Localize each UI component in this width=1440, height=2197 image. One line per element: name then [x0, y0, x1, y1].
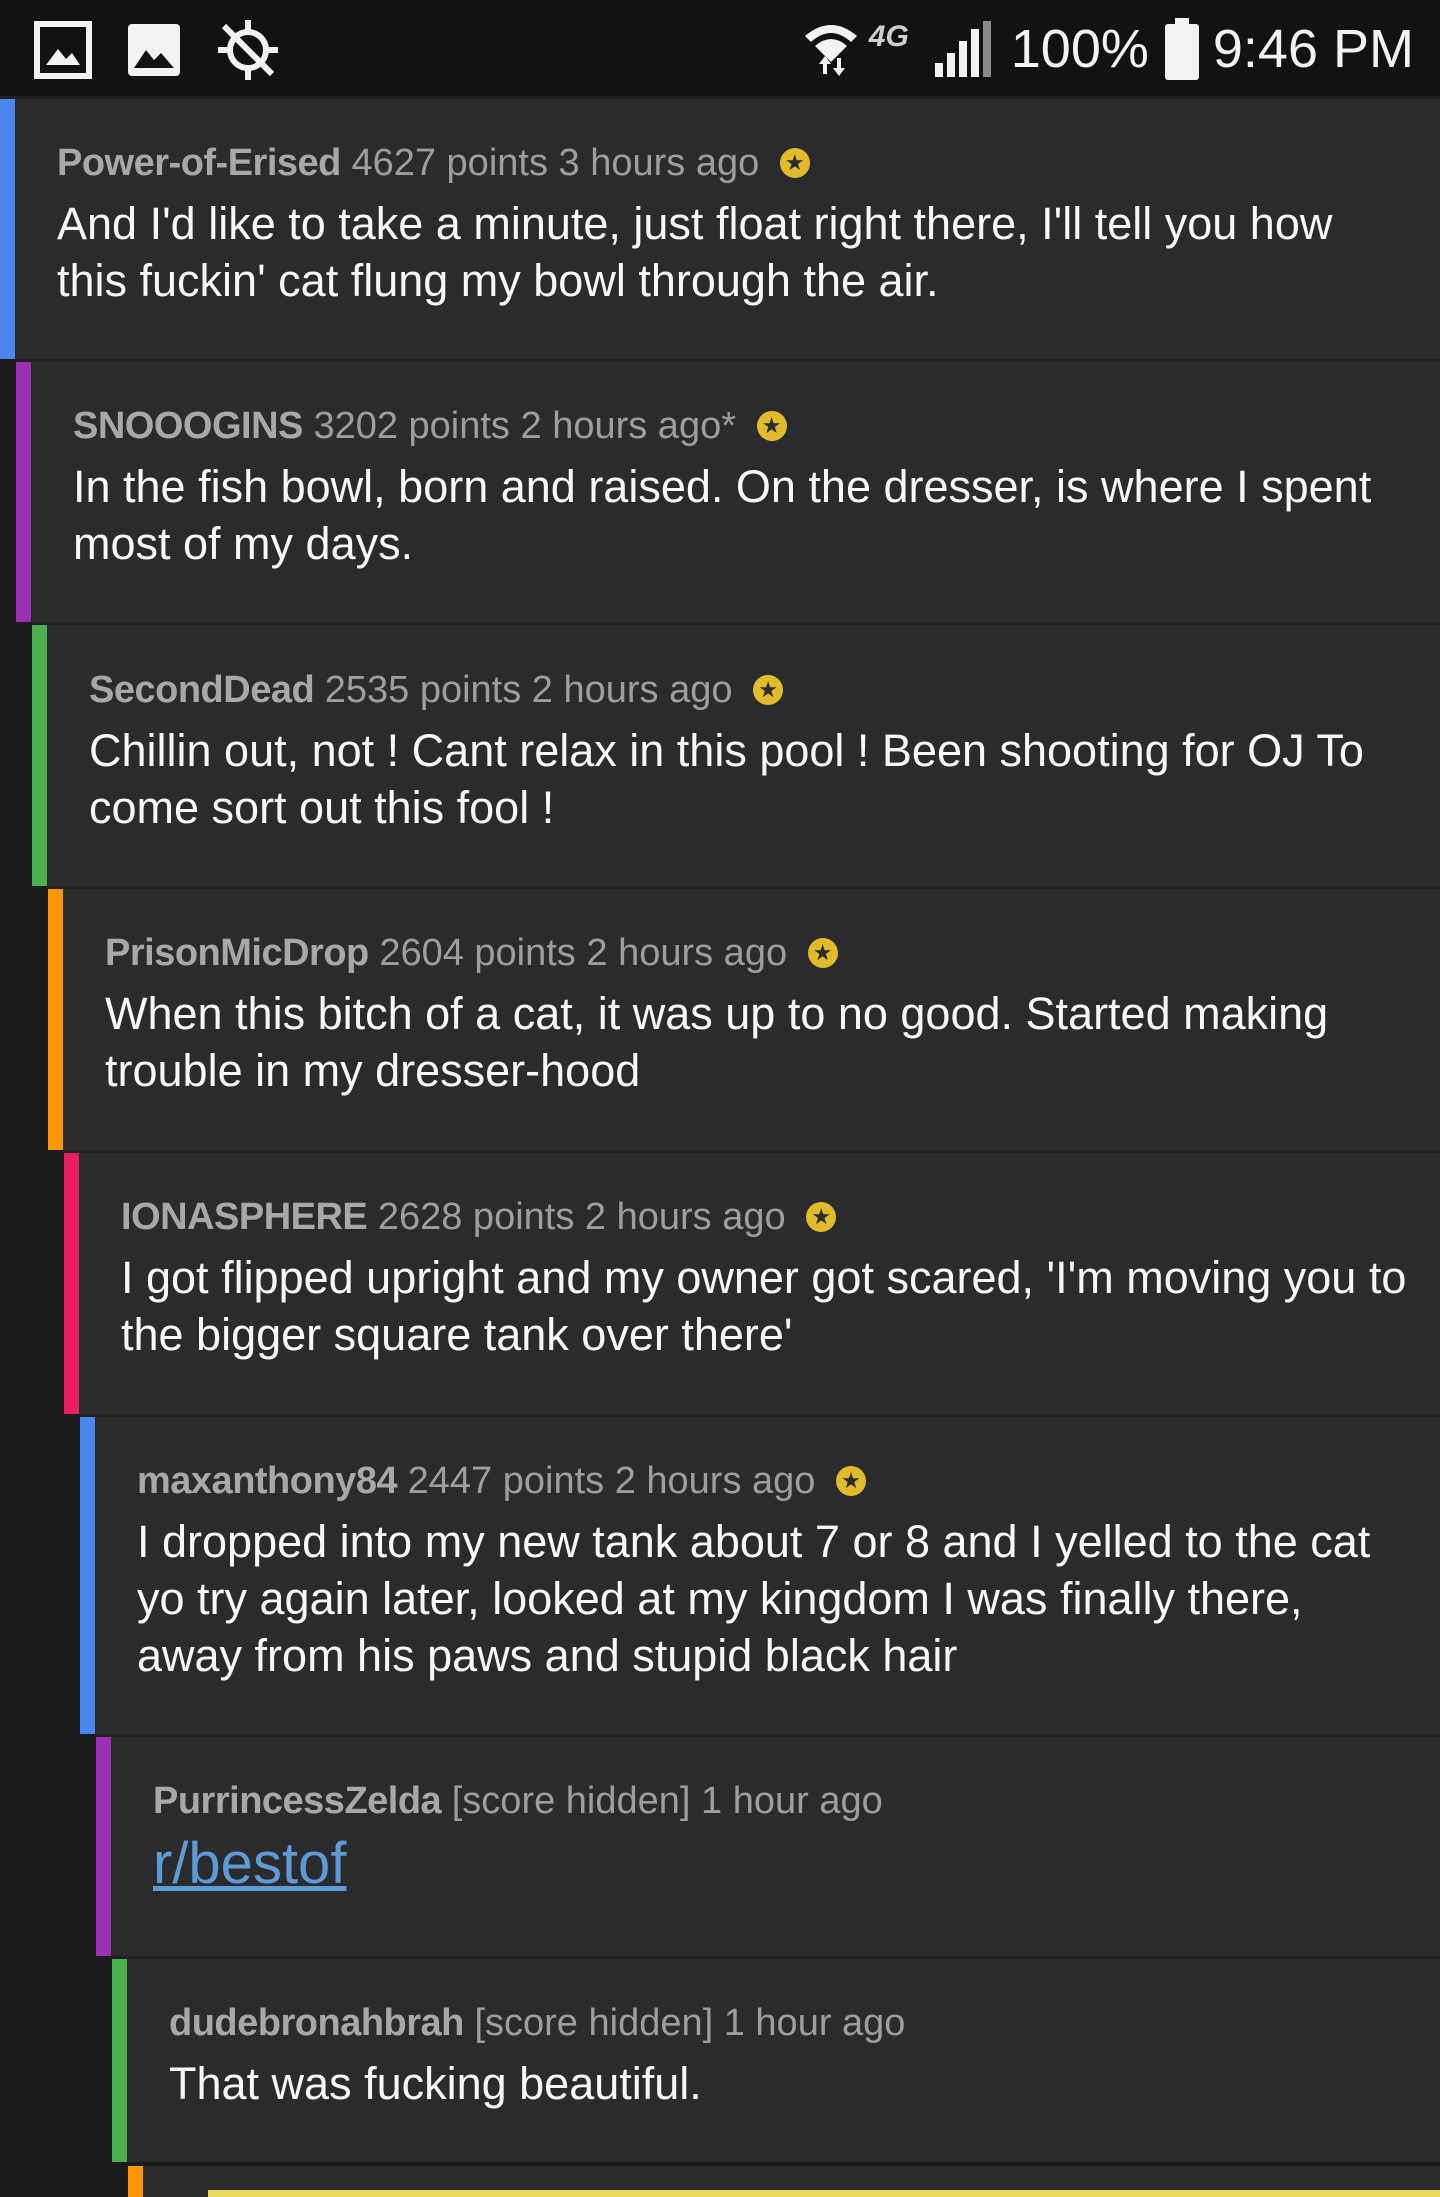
comment-body: In the fish bowl, born and raised. On th… — [73, 461, 1372, 569]
wifi-icon — [804, 25, 857, 76]
comment-body: And I'd like to take a minute, just floa… — [57, 198, 1333, 306]
thread-depth-bar — [96, 1737, 111, 1956]
battery-percent: 100% — [1010, 19, 1149, 79]
comment-score: 2447 points — [407, 1460, 605, 1502]
comment-score: 2604 points — [379, 932, 576, 974]
comment[interactable]: PurrincessZelda [score hidden] 1 hour ag… — [96, 1734, 1440, 1956]
comment-meta: PurrincessZelda [score hidden] 1 hour ag… — [153, 1779, 1410, 1823]
comment-score: 3202 points — [313, 405, 510, 447]
cell-signal-icon — [934, 21, 991, 77]
comment[interactable]: IONASPHERE 2628 points 2 hours ago ★ I g… — [64, 1150, 1440, 1414]
comment-body: I dropped into my new tank about 7 or 8 … — [137, 1516, 1371, 1681]
thread-depth-bar — [16, 362, 31, 622]
comment-author[interactable]: IONASPHERE — [121, 1196, 368, 1238]
comment-author[interactable]: SecondDead — [89, 669, 315, 711]
battery-icon — [1164, 18, 1199, 80]
comment-score: [score hidden] — [451, 1780, 691, 1822]
comment-meta: SNOOOGINS 3202 points 2 hours ago* ★ — [73, 404, 1410, 448]
comment[interactable]: SecondDead 2535 points 2 hours ago ★ Chi… — [32, 622, 1440, 886]
comment[interactable]: Power-of-Erised 4627 points 3 hours ago … — [0, 96, 1440, 359]
comment-body: When this bitch of a cat, it was up to n… — [105, 988, 1329, 1096]
thread-depth-bar — [80, 1417, 95, 1734]
gilded-icon: ★ — [836, 1466, 866, 1496]
network-type-label: 4G — [869, 18, 929, 80]
comment-score: 2628 points — [377, 1196, 575, 1238]
comment-author[interactable]: PrisonMicDrop — [105, 932, 369, 974]
status-left-icons — [34, 18, 280, 82]
comment-author[interactable]: dudebronahbrah — [169, 2002, 464, 2044]
thread-depth-bar — [32, 625, 47, 886]
comment-author[interactable]: maxanthony84 — [137, 1460, 398, 1502]
comment-author[interactable]: SNOOOGINS — [73, 405, 303, 447]
comment-meta: dudebronahbrah [score hidden] 1 hour ago — [169, 2001, 1410, 2045]
comment-body: Chillin out, not ! Cant relax in this po… — [89, 725, 1364, 833]
comment[interactable]: dudebronahbrah [score hidden] 1 hour ago… — [112, 1956, 1440, 2162]
comment-body: I got flipped upright and my owner got s… — [121, 1252, 1407, 1360]
comment-meta: Power-of-Erised 4627 points 3 hours ago … — [57, 141, 1410, 185]
thread-depth-bar — [112, 1959, 127, 2162]
comment-age: 2 hours ago* — [520, 405, 737, 447]
comment[interactable]: PrisonMicDrop 2604 points 2 hours ago ★ … — [48, 886, 1440, 1150]
comment-meta: maxanthony84 2447 points 2 hours ago ★ — [137, 1459, 1410, 1503]
comment-score: 4627 points — [351, 142, 548, 184]
gilded-icon: ★ — [753, 675, 784, 705]
gilded-icon: ★ — [806, 1202, 837, 1232]
comment-age: 2 hours ago — [531, 669, 733, 711]
gilded-icon: ★ — [807, 938, 838, 968]
thread-depth-bar — [48, 889, 63, 1150]
comment-age: 1 hour ago — [701, 1780, 883, 1822]
comment-meta: PrisonMicDrop 2604 points 2 hours ago ★ — [105, 931, 1410, 975]
comment-age: 2 hours ago — [584, 1196, 786, 1238]
comment[interactable]: SNOOOGINS 3202 points 2 hours ago* ★ In … — [16, 359, 1440, 622]
network-type-text: 4G — [868, 20, 909, 53]
status-right-icons: 4G 100% 9:46 PM — [801, 14, 1414, 84]
comment-score: [score hidden] — [474, 2002, 714, 2044]
thread-depth-bar — [128, 2166, 143, 2197]
location-off-icon — [218, 20, 278, 80]
image-notification-icon — [128, 24, 180, 76]
thread-depth-bar — [64, 1153, 79, 1414]
comment-age: 1 hour ago — [723, 2002, 906, 2044]
comment-body: That was fucking beautiful. — [169, 2058, 702, 2109]
comment-score: 2535 points — [324, 669, 522, 711]
gilded-highlight-strip — [208, 2190, 1440, 2197]
comment-author[interactable]: PurrincessZelda — [153, 1780, 442, 1822]
clock-time: 9:46 PM — [1212, 19, 1414, 79]
comment-age: 2 hours ago — [614, 1460, 816, 1502]
gilded-icon: ★ — [779, 148, 810, 178]
comment-meta: SecondDead 2535 points 2 hours ago ★ — [89, 668, 1410, 712]
comment-age: 2 hours ago — [586, 932, 788, 974]
status-bar: 4G 100% 9:46 PM — [0, 0, 1440, 96]
subreddit-link[interactable]: r/bestof — [153, 1831, 346, 1896]
gilded-icon: ★ — [756, 411, 787, 441]
next-comment-preview[interactable] — [128, 2166, 1440, 2197]
comment[interactable]: maxanthony84 2447 points 2 hours ago ★ I… — [80, 1414, 1440, 1734]
comment-author[interactable]: Power-of-Erised — [57, 142, 341, 184]
gallery-notification-icon — [34, 21, 92, 79]
comment-meta: IONASPHERE 2628 points 2 hours ago ★ — [121, 1195, 1410, 1239]
comment-age: 3 hours ago — [558, 142, 760, 184]
thread-depth-bar — [0, 99, 15, 359]
